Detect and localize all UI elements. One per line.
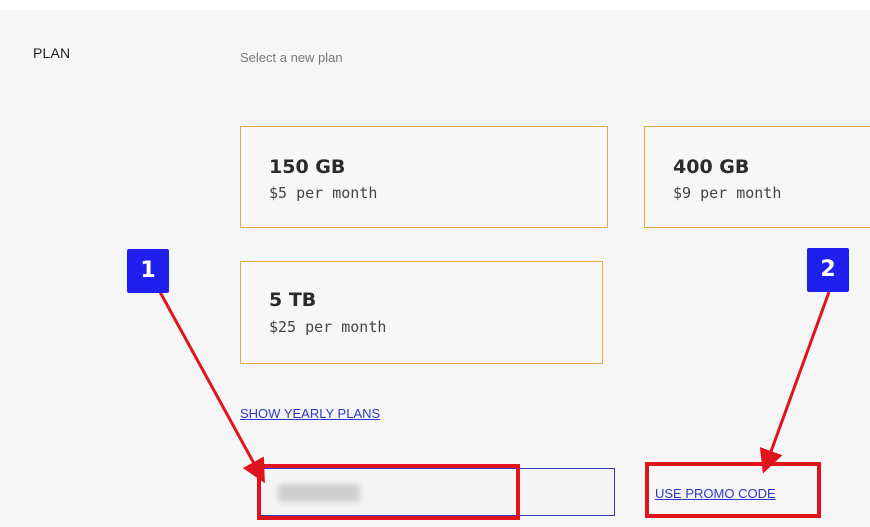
top-edge <box>0 0 870 10</box>
plan-price: $25 per month <box>269 318 387 336</box>
plan-card-150gb[interactable]: 150 GB $5 per month <box>240 126 608 228</box>
arrow-2 <box>759 291 831 474</box>
plan-size: 150 GB <box>269 156 346 178</box>
highlight-box-promo-input <box>257 464 520 520</box>
plan-price: $5 per month <box>269 184 378 202</box>
show-yearly-plans-link[interactable]: SHOW YEARLY PLANS <box>240 406 380 421</box>
plan-size: 400 GB <box>673 156 750 178</box>
plan-price: $9 per month <box>673 184 782 202</box>
plan-card-400gb[interactable]: 400 GB $9 per month <box>644 126 870 228</box>
step-badge-1: 1 <box>127 249 169 293</box>
highlight-box-promo-link <box>645 462 821 518</box>
step-badge-2: 2 <box>807 248 849 292</box>
plan-section-label: PLAN <box>33 45 71 61</box>
plan-size: 5 TB <box>269 289 317 311</box>
plan-section-hint: Select a new plan <box>240 50 343 65</box>
plan-card-5tb[interactable]: 5 TB $25 per month <box>240 261 603 364</box>
plan-selection-page: PLAN Select a new plan 150 GB $5 per mon… <box>0 0 870 527</box>
